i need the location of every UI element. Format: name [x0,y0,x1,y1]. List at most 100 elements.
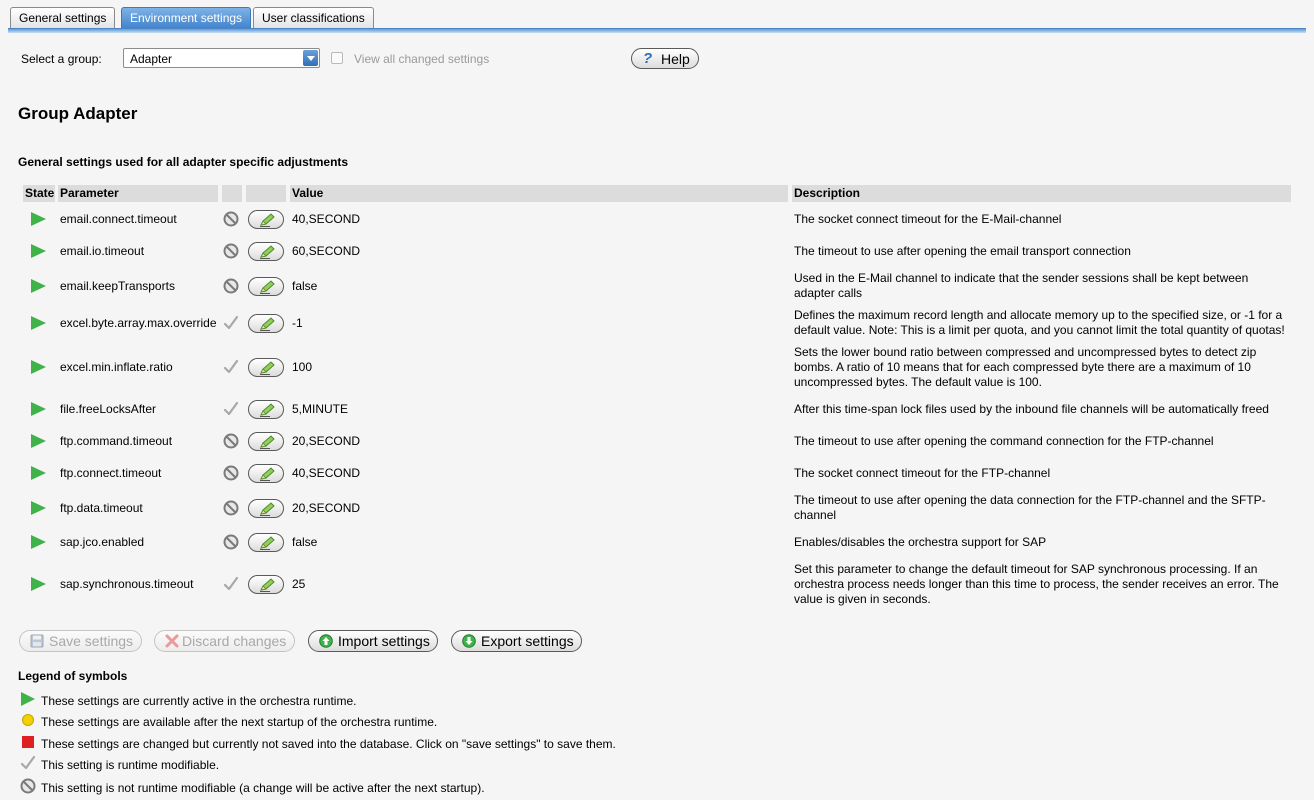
tab-user-classifications[interactable]: User classifications [253,7,374,28]
edit-button[interactable] [248,499,284,518]
pencil-icon [260,213,275,227]
header-edit [246,185,286,202]
no-entry-icon [20,778,36,794]
download-arrow-icon [462,634,476,648]
checkmark-icon [223,359,239,374]
pencil-icon [260,245,275,259]
group-subtitle: General settings used for all adapter sp… [18,155,349,169]
edit-button[interactable] [248,400,284,419]
save-settings-button[interactable]: Save settings [19,630,142,652]
setting-value: -1 [292,316,303,330]
setting-value: 40,SECOND [292,212,361,226]
pencil-icon [260,280,275,294]
pencil-icon [260,403,275,417]
state-active-icon [31,535,46,549]
floppy-disk-icon [30,634,44,648]
pencil-icon [260,536,275,550]
checkmark-icon [20,755,36,770]
edit-button[interactable] [248,358,284,377]
tab-environment-settings[interactable]: Environment settings [121,7,252,29]
state-active-icon [31,244,46,258]
state-active-icon [31,212,46,226]
state-active-icon [31,360,46,374]
parameter-name: ftp.data.timeout [60,501,143,515]
state-active-icon [31,434,46,448]
edit-button[interactable] [248,210,284,229]
setting-value: 20,SECOND [292,434,361,448]
edit-button[interactable] [248,432,284,451]
setting-description: The socket connect timeout for the FTP-c… [794,466,1051,480]
export-settings-button[interactable]: Export settings [451,630,582,652]
setting-value: false [292,279,318,293]
tab-underline [8,28,1306,33]
edit-button[interactable] [248,575,284,594]
help-button[interactable]: ? Help [631,48,699,69]
select-group-label: Select a group: [21,52,102,66]
parameter-name: sap.jco.enabled [60,535,145,549]
no-entry-icon [223,500,239,516]
header-description: Description [792,185,1291,202]
parameter-name: ftp.connect.timeout [60,466,162,480]
setting-value: 5,MINUTE [292,402,349,416]
green-triangle-icon [21,692,35,706]
edit-button[interactable] [248,242,284,261]
edit-button[interactable] [248,314,284,333]
no-entry-icon [223,534,239,550]
import-settings-label: Import settings [338,633,430,649]
pencil-icon [260,467,275,481]
legend-item-next-startup: These settings are available after the n… [41,715,438,729]
edit-button[interactable] [248,277,284,296]
header-value: Value [290,185,788,202]
pencil-icon [260,502,275,516]
tab-general-settings[interactable]: General settings [10,7,116,28]
header-modifiable [222,185,242,202]
red-x-icon [165,634,179,648]
setting-description: The timeout to use after opening the dat… [794,493,1266,522]
legend-item-not-runtime-modifiable: This setting is not runtime modifiable (… [41,781,485,795]
legend-title: Legend of symbols [18,669,128,683]
yellow-circle-icon [22,714,34,726]
view-changed-label: View all changed settings [354,52,490,66]
setting-value: 60,SECOND [292,244,361,258]
setting-description: The timeout to use after opening the com… [794,434,1214,448]
parameter-name: excel.min.inflate.ratio [60,360,173,374]
edit-button[interactable] [248,533,284,552]
pencil-icon [260,578,275,592]
setting-value: 25 [292,577,306,591]
import-settings-button[interactable]: Import settings [308,630,438,652]
discard-changes-button[interactable]: Discard changes [154,630,295,652]
setting-description: Enables/disables the orchestra support f… [794,535,1047,549]
no-entry-icon [223,211,239,227]
header-parameter: Parameter [58,185,218,202]
parameter-name: file.freeLocksAfter [60,402,157,416]
setting-description: The socket connect timeout for the E-Mai… [794,212,1062,226]
legend-item-active: These settings are currently active in t… [41,694,357,708]
parameter-name: email.keepTransports [60,279,175,293]
export-settings-label: Export settings [481,633,574,649]
setting-description: Defines the maximum record length and al… [794,308,1285,337]
state-active-icon [31,577,46,591]
no-entry-icon [223,243,239,259]
setting-description: Used in the E-Mail channel to indicate t… [794,271,1249,300]
save-settings-label: Save settings [49,633,134,649]
state-active-icon [31,501,46,515]
edit-button[interactable] [248,464,284,483]
group-select[interactable]: Adapter [123,48,320,68]
help-label: Help [661,51,690,67]
view-changed-checkbox[interactable] [331,52,343,64]
setting-description: The timeout to use after opening the ema… [794,244,1131,258]
setting-value: false [292,535,318,549]
setting-description: Set this parameter to change the default… [794,562,1279,606]
checkmark-icon [223,401,239,416]
parameter-name: excel.byte.array.max.override [60,316,217,330]
chevron-down-icon[interactable] [303,50,318,66]
upload-arrow-icon [319,634,333,648]
no-entry-icon [223,278,239,294]
setting-value: 100 [292,360,313,374]
no-entry-icon [223,433,239,449]
parameter-name: email.connect.timeout [60,212,177,226]
question-icon: ? [643,50,653,67]
red-square-icon [22,736,34,748]
state-active-icon [31,466,46,480]
setting-value: 40,SECOND [292,466,361,480]
